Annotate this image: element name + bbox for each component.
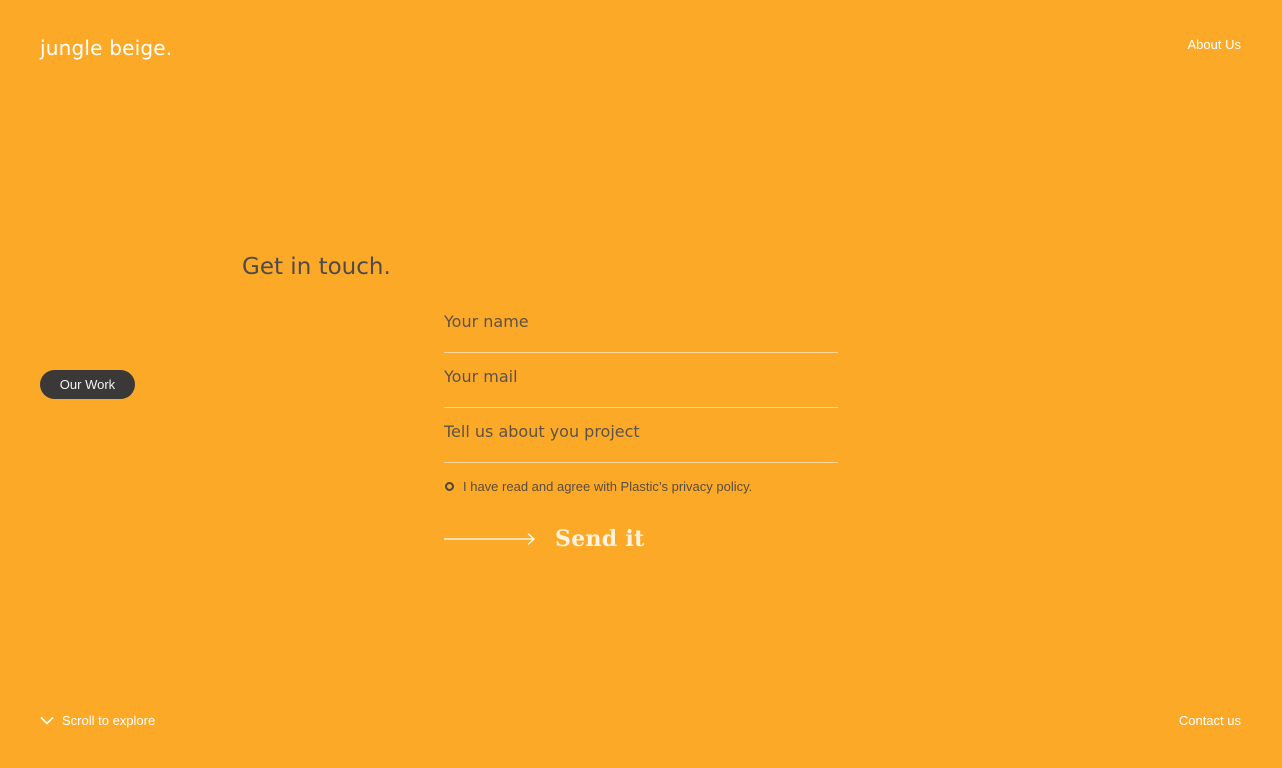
send-button[interactable]: Send it — [444, 526, 645, 552]
arrow-right-icon — [444, 533, 535, 545]
privacy-consent[interactable]: I have read and agree with Plastic’s pri… — [444, 479, 752, 494]
nav-about-us[interactable]: About Us — [1188, 37, 1241, 52]
mail-input[interactable] — [444, 367, 838, 386]
privacy-label: I have read and agree with Plastic’s pri… — [463, 479, 753, 494]
contact-us-link[interactable]: Contact us — [1179, 713, 1241, 728]
project-input[interactable] — [444, 422, 838, 441]
name-input[interactable] — [444, 312, 838, 331]
chevron-down-icon — [40, 716, 54, 725]
our-work-button[interactable]: Our Work — [40, 370, 135, 399]
scroll-label: Scroll to explore — [62, 713, 156, 728]
name-field-wrapper — [444, 300, 838, 353]
scroll-to-explore[interactable]: Scroll to explore — [40, 713, 155, 728]
radio-icon[interactable] — [445, 482, 454, 491]
mail-field-wrapper — [444, 355, 838, 408]
contact-form: I have read and agree with Plastic’s pri… — [444, 300, 838, 552]
logo[interactable]: jungle beige. — [40, 36, 172, 60]
page-title: Get in touch. — [242, 254, 391, 280]
project-field-wrapper — [444, 410, 838, 463]
send-label: Send it — [555, 526, 645, 552]
